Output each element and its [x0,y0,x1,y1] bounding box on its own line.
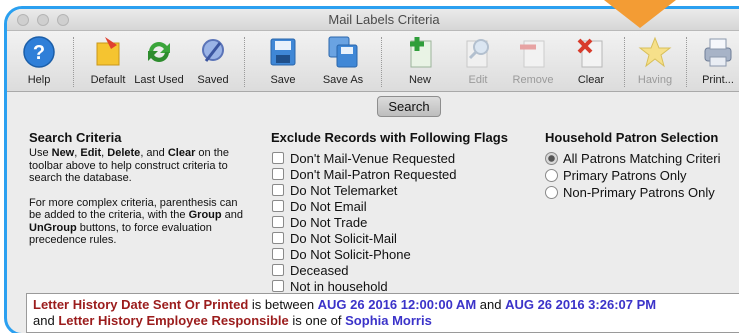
checkbox[interactable] [272,248,284,260]
edit-button[interactable]: Edit [450,35,506,91]
help-paragraph-2: For more complex criteria, parenthesis c… [29,196,244,247]
radio-button-selected[interactable] [545,152,558,165]
saved-button[interactable]: Saved [185,35,241,91]
flag-do-not-email[interactable]: Do Not Email [272,198,457,214]
close-window-button[interactable] [17,14,29,26]
search-criteria-help: Use New, Edit, Delete, and Clear on the … [29,147,251,247]
flag-do-not-trade[interactable]: Do Not Trade [272,214,457,230]
save-as-disks-icon [328,36,358,68]
window-controls [17,14,69,26]
clear-doc-icon [577,38,603,68]
saved-search-icon [202,39,224,62]
checkbox[interactable] [272,280,284,292]
having-button[interactable]: Having [627,35,683,91]
radio-button[interactable] [545,186,558,199]
radio-all-patrons[interactable]: All Patrons Matching Criteri [545,150,721,167]
criteria-line-2[interactable]: and Letter History Employee Responsible … [33,313,733,329]
last-used-button[interactable]: Last Used [131,35,187,91]
checkbox[interactable] [272,216,284,228]
radio-button[interactable] [545,169,558,182]
help-button[interactable]: ? Help [11,35,67,91]
star-icon [638,36,672,68]
minimize-window-button[interactable] [37,14,49,26]
save-as-button[interactable]: Save As [315,35,371,91]
highlight-arrow-pointer [604,0,676,28]
edit-magnifier-icon [466,39,489,68]
help-paragraph-1: Use New, Edit, Delete, and Clear on the … [29,147,230,184]
exclude-flags-heading: Exclude Records with Following Flags [271,130,508,145]
checkbox[interactable] [272,200,284,212]
svg-text:?: ? [33,42,45,64]
flag-do-not-solicit-phone[interactable]: Do Not Solicit-Phone [272,246,457,262]
exclude-flags-list: Don't Mail-Venue Requested Don't Mail-Pa… [272,150,457,294]
radio-primary-only[interactable]: Primary Patrons Only [545,167,721,184]
save-disk-icon [270,38,296,66]
save-button[interactable]: Save [255,35,311,91]
checkbox[interactable] [272,168,284,180]
remove-button[interactable]: Remove [505,35,561,91]
checkbox[interactable] [272,184,284,196]
criteria-line-1[interactable]: Letter History Date Sent Or Printed is b… [33,297,733,313]
household-options: All Patrons Matching Criteri Primary Pat… [545,150,721,201]
window-title: Mail Labels Criteria [328,12,440,27]
toolbar: ? Help Default Last Used Saved Save Save… [7,31,739,92]
search-criteria-heading: Search Criteria [29,130,122,145]
checkbox[interactable] [272,264,284,276]
default-button[interactable]: Default [80,35,136,91]
zoom-window-button[interactable] [57,14,69,26]
new-button[interactable]: New [392,35,448,91]
flag-dont-mail-patron[interactable]: Don't Mail-Patron Requested [272,166,457,182]
checkbox[interactable] [272,232,284,244]
checkbox[interactable] [272,152,284,164]
clear-button[interactable]: Clear [563,35,619,91]
printer-icon [704,38,732,67]
household-selection-heading: Household Patron Selection [545,130,719,145]
radio-non-primary-only[interactable]: Non-Primary Patrons Only [545,184,721,201]
remove-doc-icon [520,40,545,68]
search-button[interactable]: Search [377,96,441,117]
flag-deceased[interactable]: Deceased [272,262,457,278]
flag-do-not-solicit-mail[interactable]: Do Not Solicit-Mail [272,230,457,246]
flag-not-in-household[interactable]: Not in household [272,278,457,294]
print-button[interactable]: Print... [690,35,739,91]
help-icon: ? [23,36,55,68]
default-note-icon [96,37,120,66]
new-doc-icon [410,37,432,68]
flag-dont-mail-venue[interactable]: Don't Mail-Venue Requested [272,150,457,166]
refresh-icon [148,42,170,62]
criteria-expression-box[interactable]: Letter History Date Sent Or Printed is b… [26,293,739,333]
flag-do-not-telemarket[interactable]: Do Not Telemarket [272,182,457,198]
